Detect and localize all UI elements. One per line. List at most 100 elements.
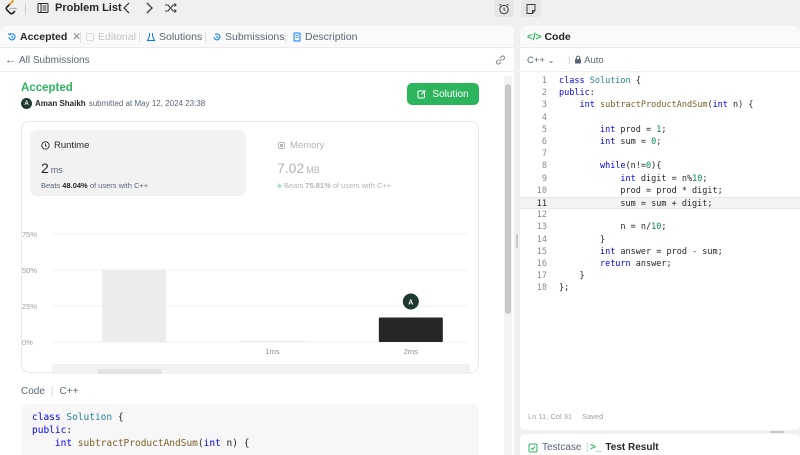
code-line[interactable]: 8 while(n!=0){ (520, 160, 800, 172)
tab-submissions-label: Submissions (225, 31, 285, 43)
divider (205, 32, 206, 43)
submission-panel: Accepted ✕ Editorial Solutions Submissio… (0, 26, 514, 455)
code-line[interactable]: 5 int prod = 1; (520, 124, 800, 136)
timer-button[interactable] (494, 0, 514, 17)
auto-mode[interactable]: Auto (574, 55, 604, 66)
line-number: 4 (541, 112, 547, 123)
user-marker-label: A (408, 300, 413, 307)
x-tick-label: 2ms (404, 347, 418, 356)
tab-testcase-label: Testcase (542, 442, 582, 453)
scrollbar[interactable] (504, 76, 512, 455)
runtime-distribution-chart[interactable]: 75%50%25%0%1ms2msA1ms2ms (22, 122, 480, 374)
code-line[interactable]: 12 (520, 209, 800, 221)
chart-bar (378, 317, 443, 342)
all-submissions-link[interactable]: All Submissions (19, 55, 90, 66)
notes-button[interactable] (521, 0, 541, 17)
code-editor[interactable]: 1 class Solution {2 public: 3 int subtractP… (520, 75, 800, 405)
code-line[interactable]: 18}; (520, 282, 800, 294)
line-number: 13 (536, 222, 547, 233)
tab-solutions[interactable]: Solutions (146, 31, 202, 43)
editor-status-bar: Ln 11, Col 31 Saved (528, 412, 603, 421)
code-line[interactable]: 17 } (520, 270, 800, 282)
tab-submissions[interactable]: Submissions (212, 31, 285, 43)
line-code: }; (559, 283, 570, 294)
x-tick-label: 1ms (265, 347, 279, 356)
y-tick-label: 0% (22, 338, 33, 347)
avatar[interactable]: A (21, 98, 32, 109)
cursor-position: Ln 11, Col 31 (528, 412, 573, 421)
scrollbar-thumb[interactable] (505, 84, 511, 314)
tab-test-result[interactable]: >_ Test Result (590, 442, 659, 453)
line-number: 18 (536, 283, 547, 294)
line-code: int sum = 0; (599, 137, 662, 147)
edit-icon (417, 90, 427, 99)
submitted-code[interactable]: class Solution { public: int subtractPro… (21, 404, 479, 455)
checkbox-icon (528, 443, 538, 452)
line-number: 2 (541, 88, 547, 99)
line-number: 3 (541, 100, 547, 111)
line-code: return answer; (599, 259, 672, 269)
horizontal-splitter-grip[interactable] (770, 431, 784, 433)
code-line[interactable]: 2 public: (520, 87, 800, 99)
code-line[interactable]: 11 sum = sum + digit; (520, 197, 800, 210)
tab-description-label: Description (305, 31, 358, 43)
author-name[interactable]: Aman Shaikh (35, 99, 86, 108)
book-icon (86, 33, 94, 41)
line-code: n = n/10; (559, 222, 667, 233)
flask-icon (146, 33, 156, 41)
code-line[interactable]: 15 int answer = prod - sum; (520, 246, 800, 258)
history-icon (7, 32, 16, 41)
line-number: 16 (536, 259, 547, 269)
line-number: 10 (536, 185, 547, 196)
code-language: C++ (59, 386, 79, 397)
solution-button[interactable]: Solution (407, 83, 479, 105)
line-code: int subtractProductAndSum(int n) { (579, 100, 754, 111)
code-line[interactable]: 1 class Solution { (520, 75, 800, 87)
leetcode-logo[interactable] (4, 0, 20, 16)
line-number: 5 (541, 124, 547, 135)
link-icon[interactable] (494, 54, 507, 66)
solution-button-label: Solution (432, 88, 469, 100)
tab-code[interactable]: </> Code (527, 31, 571, 43)
code-line[interactable]: 16 return answer; (520, 258, 800, 270)
chevron-left-icon[interactable] (120, 1, 134, 15)
code-line[interactable]: 10 prod = prod * digit; (520, 185, 800, 197)
splitter-grip[interactable] (516, 234, 518, 248)
tab-code-label: Code (544, 31, 571, 43)
code-line[interactable]: 9 int digit = n%10; (520, 173, 800, 185)
line-number: 17 (536, 271, 547, 282)
lock-icon (575, 55, 581, 64)
mode-value: Auto (584, 55, 604, 66)
divider: | (586, 442, 589, 453)
tab-testcase[interactable]: Testcase (528, 442, 581, 453)
list-icon[interactable] (37, 2, 49, 14)
tab-accepted-label: Accepted (20, 31, 68, 43)
chevron-right-icon[interactable] (142, 1, 156, 15)
code-header: Code | C++ (21, 386, 78, 397)
arrow-left-icon[interactable]: ← (5, 54, 16, 66)
code-line[interactable]: 13 n = n/10; (520, 221, 800, 233)
code-line[interactable]: 14 } (520, 234, 800, 246)
tab-accepted[interactable]: Accepted ✕ (7, 31, 81, 43)
note-icon (526, 3, 536, 14)
tab-editorial[interactable]: Editorial (85, 31, 136, 43)
code-panel: </> Code C++ ⌄ | Auto 1 class Solution {2… (520, 26, 800, 430)
save-state: Saved (582, 412, 604, 421)
shuffle-icon[interactable] (164, 1, 178, 15)
tab-description[interactable]: Description (292, 31, 358, 43)
code-line[interactable]: 4 (520, 112, 800, 124)
code-line[interactable]: 6 int sum = 0; (520, 136, 800, 148)
code-header-label: Code (21, 386, 45, 397)
code-line[interactable]: 3 int subtractProductAndSum(int n) { (520, 99, 800, 111)
line-code: int prod = 1; (599, 124, 667, 135)
chart-bar (102, 270, 167, 342)
divider: | (50, 386, 54, 397)
right-tab-bar: </> Code (520, 26, 800, 48)
problem-list-link[interactable]: Problem List (55, 2, 122, 14)
language-select[interactable]: C++ ⌄ (527, 55, 554, 66)
submission-status: Accepted (21, 82, 73, 94)
code-line[interactable]: 7 (520, 148, 800, 160)
editor-toolbar: C++ ⌄ | Auto (520, 48, 800, 72)
line-number: 1 (541, 76, 547, 86)
code-preview-line: class (32, 412, 61, 423)
